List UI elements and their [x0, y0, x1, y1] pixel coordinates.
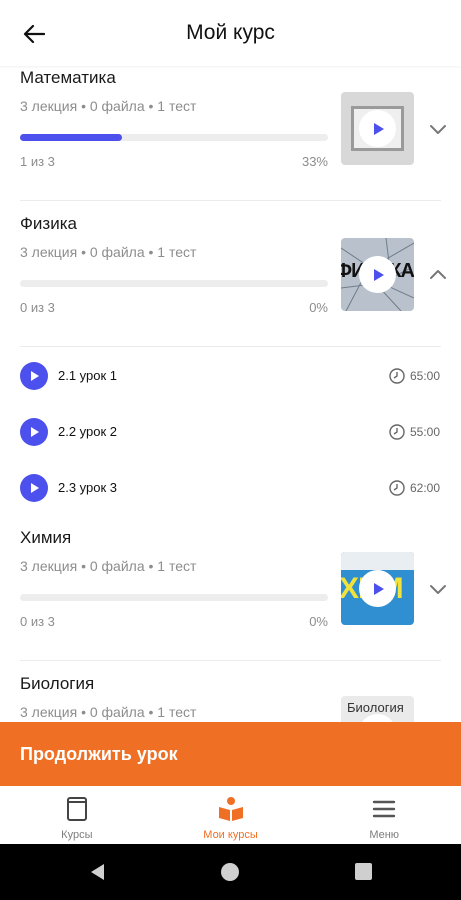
- course-thumbnail[interactable]: Биология: [341, 696, 414, 722]
- page-title: Мой курс: [186, 21, 275, 44]
- course-card-math[interactable]: Математика 3 лекция • 0 файла • 1 тест 1…: [0, 66, 461, 200]
- play-icon[interactable]: [20, 362, 48, 390]
- progress-bar: [20, 134, 328, 141]
- course-meta: 3 лекция • 0 файла • 1 тест: [20, 98, 197, 114]
- clock-icon: [388, 423, 406, 441]
- chevron-down-icon[interactable]: [424, 575, 452, 603]
- progress-fill: [20, 134, 122, 141]
- home-circle-icon[interactable]: [221, 863, 239, 881]
- course-card-biology[interactable]: Биология 3 лекция • 0 файла • 1 тест Био…: [0, 672, 461, 722]
- clock-icon: [388, 367, 406, 385]
- nav-label: Курсы: [61, 829, 93, 841]
- nav-label: Меню: [369, 829, 400, 841]
- divider: [20, 660, 441, 661]
- divider: [20, 346, 441, 347]
- nav-item-my-courses[interactable]: Мои курсы: [154, 786, 308, 844]
- progress-percent: 0%: [309, 614, 328, 629]
- course-thumbnail[interactable]: [341, 92, 414, 165]
- clock-icon: [388, 479, 406, 497]
- nav-label: Мои курсы: [203, 829, 258, 841]
- course-title: Физика: [20, 214, 77, 233]
- back-triangle-icon[interactable]: [88, 862, 106, 887]
- course-thumbnail[interactable]: ХИМ: [341, 552, 414, 625]
- course-meta: 3 лекция • 0 файла • 1 тест: [20, 244, 197, 260]
- play-icon[interactable]: [359, 714, 396, 722]
- progress-count: 1 из 3: [20, 154, 55, 169]
- chevron-down-icon[interactable]: [424, 115, 452, 143]
- continue-lesson-button[interactable]: Продолжить урок: [0, 722, 461, 786]
- app-header: Мой курс: [0, 0, 461, 66]
- course-card-chemistry[interactable]: Химия 3 лекция • 0 файла • 1 тест 0 из 3…: [0, 526, 461, 660]
- chevron-up-icon[interactable]: [424, 261, 452, 289]
- reading-icon: [217, 795, 245, 823]
- course-meta: 3 лекция • 0 файла • 1 тест: [20, 704, 197, 720]
- progress-count: 0 из 3: [20, 300, 55, 315]
- progress-count: 0 из 3: [20, 614, 55, 629]
- thumbnail-caption: Биология: [347, 700, 404, 715]
- play-icon[interactable]: [359, 110, 396, 147]
- lesson-duration: 65:00: [410, 369, 441, 383]
- course-thumbnail[interactable]: ФИЗИКА: [341, 238, 414, 311]
- progress-bar: [20, 594, 328, 601]
- play-icon[interactable]: [20, 418, 48, 446]
- lesson-duration: 62:00: [410, 481, 441, 495]
- course-title: Биология: [20, 674, 95, 693]
- lesson-item[interactable]: 2.3 урок 3 62:00: [0, 468, 461, 508]
- progress-bar: [20, 280, 328, 287]
- course-card-physics[interactable]: Физика 3 лекция • 0 файла • 1 тест 0 из …: [0, 212, 461, 346]
- course-list: Математика 3 лекция • 0 файла • 1 тест 1…: [0, 66, 461, 722]
- play-icon[interactable]: [359, 256, 396, 293]
- progress-percent: 0%: [309, 300, 328, 315]
- nav-item-courses[interactable]: Курсы: [0, 786, 154, 844]
- bottom-nav: Курсы Мои курсы Меню: [0, 786, 461, 844]
- course-title: Математика: [20, 68, 116, 87]
- lesson-title: 2.3 урок 3: [58, 480, 118, 495]
- book-icon: [63, 795, 91, 823]
- play-icon[interactable]: [20, 474, 48, 502]
- nav-item-menu[interactable]: Меню: [307, 786, 461, 844]
- lesson-duration: 55:00: [410, 425, 441, 439]
- course-title: Химия: [20, 528, 72, 547]
- lesson-item[interactable]: 2.2 урок 2 55:00: [0, 412, 461, 452]
- lesson-title: 2.2 урок 2: [58, 424, 118, 439]
- recents-square-icon[interactable]: [355, 863, 372, 880]
- back-arrow-icon[interactable]: [20, 20, 48, 48]
- progress-percent: 33%: [301, 154, 328, 169]
- system-navigation-bar: [0, 844, 461, 900]
- lesson-item[interactable]: 2.1 урок 1 65:00: [0, 356, 461, 396]
- menu-icon: [370, 795, 398, 823]
- play-icon[interactable]: [359, 570, 396, 607]
- course-meta: 3 лекция • 0 файла • 1 тест: [20, 558, 197, 574]
- divider: [20, 200, 441, 201]
- lesson-title: 2.1 урок 1: [58, 368, 118, 383]
